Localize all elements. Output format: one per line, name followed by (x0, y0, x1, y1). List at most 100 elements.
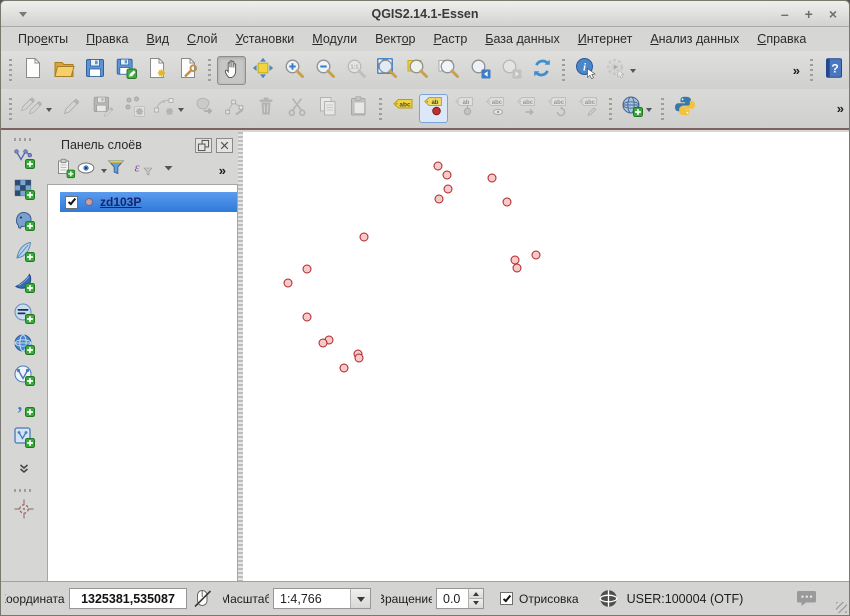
layer-labeling-options-button[interactable]: abc (388, 94, 417, 123)
svg-text:abc: abc (584, 100, 595, 106)
toolbar-overflow-button[interactable]: » (832, 101, 849, 116)
window-menu-icon[interactable] (19, 12, 27, 21)
title-bar[interactable]: QGIS2.14.1-Essen – + × (1, 1, 849, 27)
add-mssql-layer-button[interactable] (9, 270, 39, 299)
manage-layer-visibility-button[interactable] (76, 157, 107, 184)
crs-status-icon[interactable] (597, 587, 621, 611)
toolbar-drag-handle[interactable] (208, 59, 211, 81)
composer-manager-button[interactable] (173, 56, 202, 85)
pan-to-selection-button[interactable] (248, 56, 277, 85)
filter-legend-button[interactable] (105, 158, 129, 182)
menu-проекты[interactable]: Проекты (9, 29, 77, 49)
crs-text: USER:100004 (OTF) (626, 591, 744, 606)
resize-grip[interactable] (836, 602, 847, 613)
add-postgis-layer-button[interactable] (9, 208, 39, 237)
menu-модули[interactable]: Модули (303, 29, 366, 49)
rotation-spinbox[interactable]: 0.0 (436, 588, 484, 609)
zoom-to-layer-button[interactable] (403, 56, 432, 85)
layer-row[interactable]: zd103P (60, 192, 237, 212)
menu-анализ-данных[interactable]: Анализ данных (641, 29, 748, 49)
add-raster-layer-button[interactable] (9, 177, 39, 206)
add-delimited-text-layer-button[interactable]: , (9, 394, 39, 423)
menu-интернет[interactable]: Интернет (569, 29, 642, 49)
toolbar-overflow-button[interactable]: » (788, 63, 805, 78)
toolbar-drag-handle[interactable] (379, 97, 382, 120)
toolbar-drag-handle[interactable] (562, 59, 565, 81)
layer-visibility-checkbox[interactable] (65, 195, 78, 209)
maximize-button[interactable]: + (805, 7, 813, 21)
expand-options-button[interactable] (157, 158, 181, 182)
close-panel-button[interactable] (216, 137, 233, 153)
render-label: Отрисовка (519, 591, 579, 606)
run-feature-action-dropdown[interactable] (630, 69, 636, 76)
menu-вектор[interactable]: Вектор (366, 29, 424, 49)
toolbar-drag-handle[interactable] (661, 97, 664, 120)
toolbar-overflow-chevron-button[interactable] (9, 456, 39, 485)
toolbar-drag-handle[interactable] (9, 97, 12, 120)
toggle-extents-mouse-icon[interactable] (191, 587, 215, 611)
new-shapefile-layer-button[interactable] (9, 425, 39, 454)
spin-down-button[interactable] (469, 598, 483, 608)
add-oracle-layer-button[interactable] (9, 301, 39, 330)
coordinate-input[interactable] (69, 588, 187, 609)
add-wms-layer-button[interactable] (9, 332, 39, 361)
pan-map-button[interactable] (217, 55, 246, 85)
add-wfs-layer-button[interactable] (9, 363, 39, 392)
panel-overflow-button[interactable]: » (214, 163, 231, 178)
save-project-button[interactable] (80, 56, 109, 85)
menu-вид[interactable]: Вид (137, 29, 178, 49)
zoom-out-button[interactable] (310, 56, 339, 85)
close-button[interactable]: × (829, 7, 837, 21)
scale-dropdown-button[interactable] (350, 589, 370, 608)
refresh-map-button[interactable] (527, 56, 556, 85)
new-project-button[interactable] (18, 56, 47, 85)
menu-база-данных[interactable]: База данных (476, 29, 568, 49)
toolbar-drag-handle[interactable] (13, 489, 34, 492)
menu-установки[interactable]: Установки (226, 29, 303, 49)
highlight-pinned-labels-button[interactable]: ab (419, 94, 448, 123)
menu-правка[interactable]: Правка (77, 29, 137, 49)
save-layer-edits-button (88, 94, 117, 123)
label-eye-icon: abc (485, 95, 507, 122)
open-project-button[interactable] (49, 56, 78, 85)
new-print-composer-button[interactable] (142, 56, 171, 85)
identify-features-button[interactable]: i (571, 56, 600, 85)
eye-icon (76, 157, 98, 184)
metasearch-button[interactable] (618, 94, 655, 123)
toolbar-drag-handle[interactable] (9, 59, 12, 81)
scissors-icon (286, 95, 308, 122)
message-log-icon[interactable] (795, 587, 819, 611)
crosshair-tool-button[interactable] (9, 497, 39, 526)
spin-up-button[interactable] (469, 589, 483, 598)
menu-растр[interactable]: Растр (424, 29, 476, 49)
zoom-out-icon (314, 57, 336, 84)
add-spatialite-layer-button[interactable] (9, 239, 39, 268)
menu-слой[interactable]: Слой (178, 29, 226, 49)
map-point (512, 263, 522, 273)
python-console-button[interactable] (670, 94, 699, 123)
minimize-button[interactable]: – (781, 7, 789, 21)
add-group-button[interactable] (53, 158, 77, 182)
render-checkbox[interactable] (500, 592, 513, 605)
help-contents-button[interactable]: ? (819, 56, 848, 85)
toolbar-drag-handle[interactable] (609, 97, 612, 120)
metasearch-dropdown[interactable] (646, 107, 652, 115)
zoom-to-selection-button[interactable] (434, 56, 463, 85)
scale-combobox[interactable]: 1:4,766 (273, 588, 371, 609)
file-new-icon (22, 57, 44, 84)
zoom-in-button[interactable] (279, 56, 308, 85)
zoom-last-button[interactable] (465, 56, 494, 85)
menu-справка[interactable]: Справка (748, 29, 815, 49)
filter-by-expression-button[interactable]: ε (131, 158, 155, 182)
add-vector-layer-button[interactable] (9, 146, 39, 175)
save-project-as-button[interactable] (111, 56, 140, 85)
map-canvas[interactable] (243, 132, 849, 583)
add-circular-string-dropdown[interactable] (178, 107, 184, 115)
zoom-full-button[interactable] (372, 56, 401, 85)
float-panel-button[interactable] (195, 137, 212, 153)
svg-text:ab: ab (431, 100, 438, 106)
toolbar-drag-handle[interactable] (13, 138, 34, 141)
current-edits-dropdown[interactable] (46, 107, 52, 115)
layer-tree[interactable]: zd103P (47, 184, 238, 583)
toolbar-drag-handle[interactable] (810, 59, 813, 81)
